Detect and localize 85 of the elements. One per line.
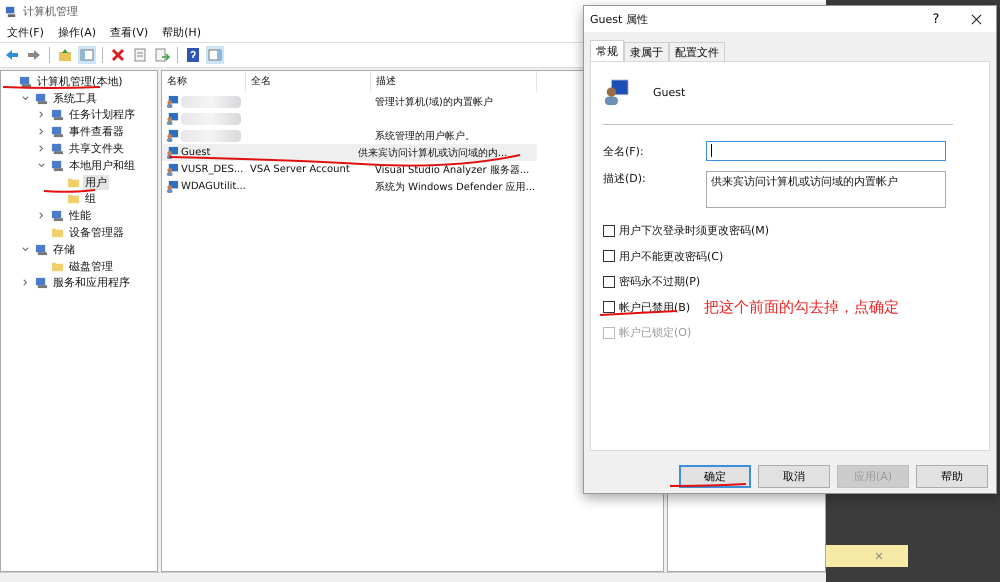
menu-item[interactable]: 查看(V): [110, 24, 148, 40]
user-icon: [603, 78, 631, 106]
column-header[interactable]: 全名: [246, 71, 371, 93]
tree-item[interactable]: 设备管理器: [67, 225, 126, 240]
checkbox[interactable]: [603, 224, 615, 237]
menu-item[interactable]: 文件(F): [7, 24, 44, 40]
user-icon: [166, 129, 179, 142]
table-cell-text: 管理计算机(域)的内置帐户: [375, 96, 493, 108]
tree-item[interactable]: 共享文件夹: [67, 141, 126, 156]
column-header[interactable]: 描述: [371, 71, 537, 93]
chevron-right-icon[interactable]: [37, 110, 46, 120]
chevron-down-icon[interactable]: [21, 244, 30, 254]
computer-icon: [5, 4, 18, 18]
dialog-title: Guest 属性: [590, 12, 648, 26]
folder-icon: [67, 192, 80, 206]
column-header[interactable]: 名称: [162, 71, 246, 93]
close-icon[interactable]: [970, 14, 982, 24]
checkbox-label[interactable]: 用户不能更改密码(C): [619, 248, 724, 264]
table-cell-text: 系统管理的用户帐户。: [375, 130, 475, 142]
checkbox[interactable]: [603, 301, 615, 314]
chevron-right-icon[interactable]: [21, 278, 30, 288]
console-icon: [51, 125, 64, 138]
delete-icon[interactable]: [109, 46, 127, 64]
tree-item[interactable]: 系统工具: [51, 90, 99, 106]
checkbox-label[interactable]: 用户下次登录时须更改密码(M): [619, 223, 770, 238]
chevron-down-icon[interactable]: [37, 160, 46, 170]
action-pane-icon[interactable]: [206, 46, 224, 64]
console-icon: [35, 242, 48, 256]
tree-item[interactable]: 用户: [83, 174, 109, 190]
checkbox-label[interactable]: 密码永不过期(P): [619, 274, 700, 290]
folder-icon: [51, 226, 64, 240]
menu-item[interactable]: 帮助(H): [162, 24, 201, 40]
console-icon: [51, 142, 64, 156]
tree-item[interactable]: 本地用户和组: [67, 158, 137, 173]
field-label: 全名(F):: [603, 144, 645, 158]
console-icon: [51, 209, 64, 222]
console-icon: [51, 108, 64, 122]
tree-item[interactable]: 性能: [67, 208, 93, 224]
table-cell-text: 系统为 Windows Defender 应用...: [375, 180, 536, 194]
window-title: 计算机管理: [23, 4, 78, 18]
description-field[interactable]: 供来宾访问计算机或访问域的内置帐户: [706, 171, 946, 208]
tree-item[interactable]: 服务和应用程序: [51, 275, 132, 290]
user-name: Guest: [653, 86, 686, 98]
field-label: 描述(D):: [603, 171, 647, 186]
dialog-button[interactable]: 帮助: [916, 465, 988, 488]
table-cell: VUSR_DES...: [181, 164, 244, 175]
checkbox[interactable]: [603, 250, 615, 262]
user-icon: [166, 95, 179, 108]
user-icon: [166, 146, 179, 159]
chevron-right-icon[interactable]: [37, 127, 46, 136]
tab[interactable]: 配置文件: [669, 42, 725, 61]
console-icon: [19, 74, 32, 88]
annotation-underline: [44, 189, 96, 193]
user-icon: [166, 112, 179, 125]
console-icon: [35, 276, 48, 290]
tree-item[interactable]: 任务计划程序: [67, 107, 137, 122]
tab[interactable]: 常规: [590, 40, 624, 61]
user-icon: [166, 180, 179, 193]
tab[interactable]: 隶属于: [624, 42, 669, 61]
export-icon[interactable]: [153, 46, 171, 64]
dialog-button[interactable]: 取消: [758, 465, 830, 488]
pane-icon[interactable]: [78, 46, 96, 64]
menu-item[interactable]: 操作(A): [58, 24, 96, 40]
checkbox[interactable]: [603, 276, 615, 288]
console-icon: [35, 92, 48, 105]
table-cell: Guest: [181, 147, 210, 158]
user-icon: [166, 163, 179, 176]
chevron-right-icon[interactable]: [37, 211, 46, 220]
tree-item[interactable]: 事件查看器: [67, 124, 126, 140]
full-name-field[interactable]: [706, 141, 946, 161]
console-icon: [51, 158, 64, 172]
chevron-down-icon[interactable]: [21, 94, 30, 103]
table-cell: WDAGUtilit...: [181, 181, 246, 192]
table-cell-text: 供来宾访问计算机或访问域的内...: [358, 146, 508, 160]
annotation-text: 把这个前面的勾去掉，点确定: [704, 298, 900, 317]
help-icon[interactable]: [184, 46, 202, 64]
selected-row[interactable]: Guest 供来宾访问计算机或访问域的内...: [162, 144, 537, 161]
tree-item[interactable]: 磁盘管理: [67, 258, 115, 274]
tree-item[interactable]: 存储: [51, 242, 77, 257]
tree-item[interactable]: 计算机管理(本地): [35, 74, 125, 89]
dialog-button[interactable]: 确定: [679, 465, 751, 488]
table-cell: VSA Server Account: [250, 164, 350, 175]
help-button[interactable]: ?: [916, 6, 956, 32]
tree-item[interactable]: 组: [83, 191, 98, 206]
chevron-right-icon[interactable]: [37, 144, 46, 154]
